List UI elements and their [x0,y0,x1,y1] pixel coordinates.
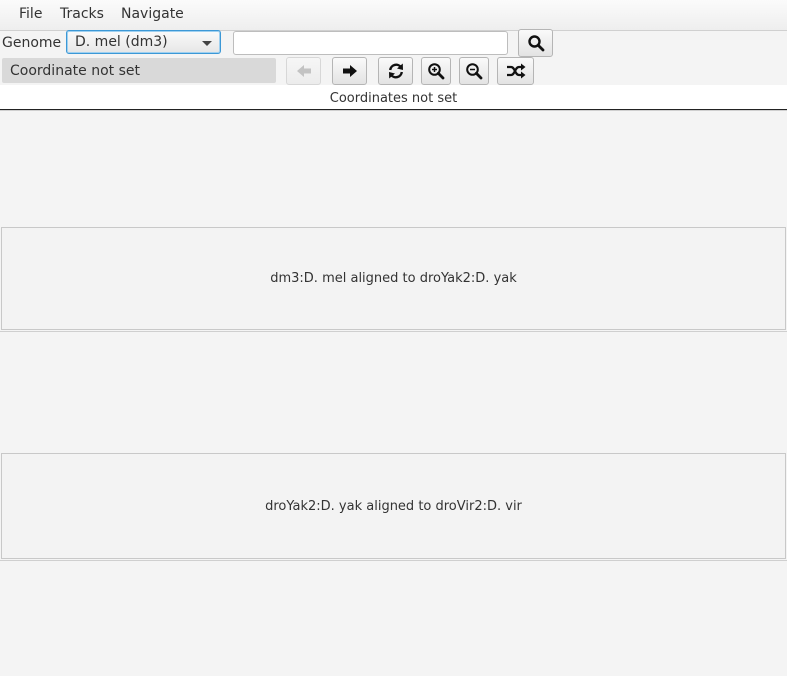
back-button[interactable] [286,57,321,85]
genome-selected-value: D. mel (dm3) [75,34,168,50]
back-arrow-icon [296,65,311,77]
forward-button[interactable] [332,57,367,85]
zoom-out-button[interactable] [459,57,489,85]
shuffle-icon [506,63,525,79]
genome-track-panel[interactable] [0,110,787,227]
search-input[interactable] [233,31,508,55]
alignment-panel[interactable]: droYak2:D. yak aligned to droVir2:D. vir [1,453,786,559]
coordinate-text: Coordinate not set [10,63,140,79]
refresh-button[interactable] [378,57,413,85]
genome-label: Genome [2,35,62,51]
chevron-down-icon [202,41,212,46]
alignment-panel[interactable]: dm3:D. mel aligned to droYak2:D. yak [1,227,786,330]
menu-file[interactable]: File [19,6,42,22]
menu-tracks[interactable]: Tracks [60,6,104,22]
menu-bar: File Tracks Navigate [0,0,787,31]
genome-track-panel[interactable] [0,560,787,676]
refresh-icon [388,63,403,79]
zoom-out-icon [466,63,483,80]
coordinate-field: Coordinate not set [2,58,276,83]
alignment-label: dm3:D. mel aligned to droYak2:D. yak [270,271,517,286]
search-icon [527,35,544,52]
shuffle-button[interactable] [497,57,534,85]
zoom-in-button[interactable] [421,57,451,85]
coordinates-banner: Coordinates not set [0,85,787,110]
coordinates-banner-text: Coordinates not set [329,91,458,106]
genome-track-panel[interactable] [0,331,787,453]
forward-arrow-icon [342,65,357,77]
alignment-label: droYak2:D. yak aligned to droVir2:D. vir [265,498,522,514]
zoom-in-icon [428,63,445,80]
search-button[interactable] [518,29,553,57]
genome-select[interactable]: D. mel (dm3) [66,30,221,54]
menu-navigate[interactable]: Navigate [121,6,184,22]
